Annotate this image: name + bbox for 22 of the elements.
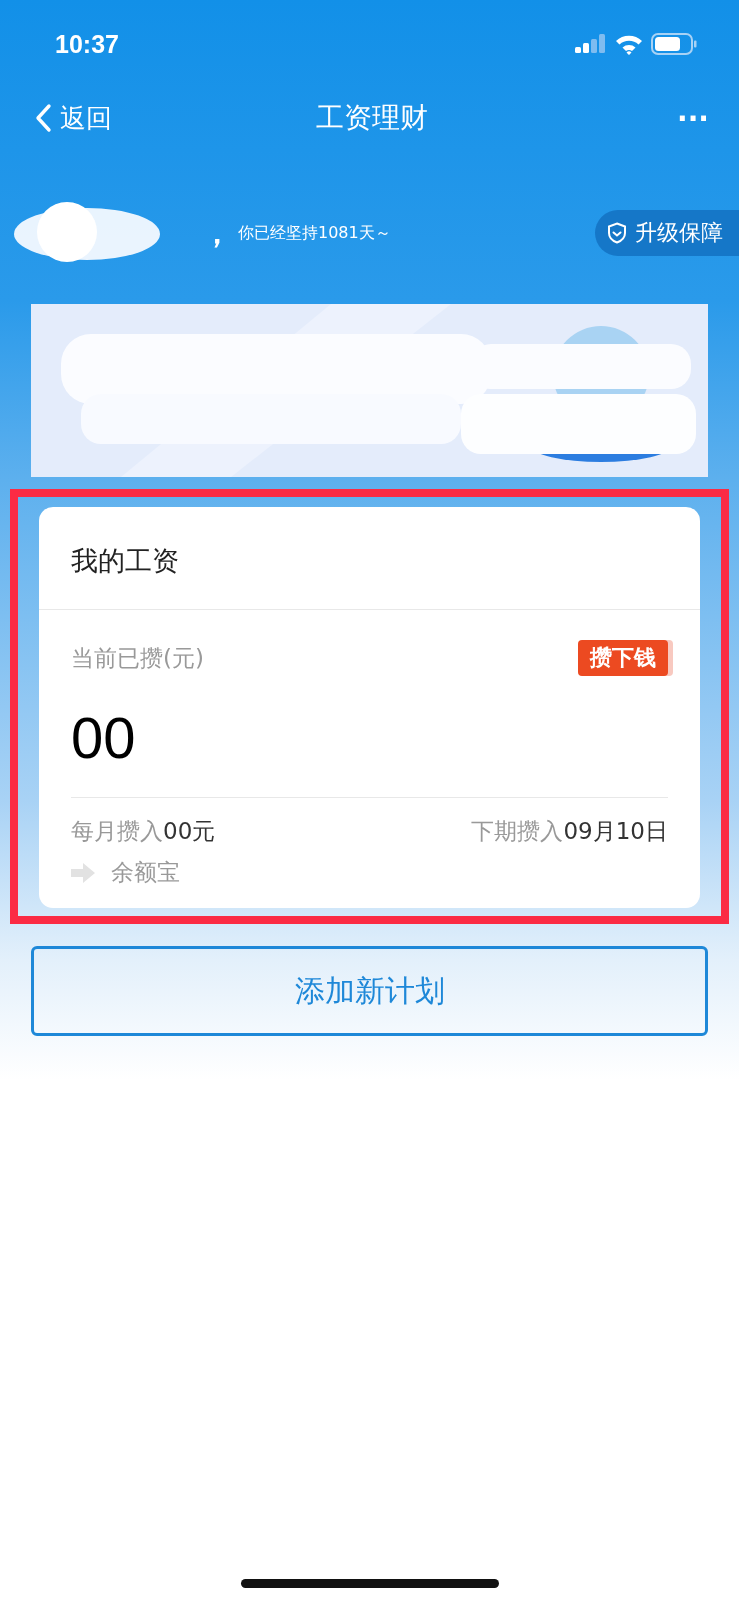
chevron-left-icon: [34, 103, 52, 133]
wifi-icon: [615, 33, 643, 55]
streak-text: 你已经坚持1081天～: [238, 222, 391, 244]
battery-icon: [651, 32, 697, 56]
page-title: 工资理财: [315, 100, 428, 136]
saved-amount: 00: [71, 676, 668, 798]
monthly-value: 00元: [163, 818, 216, 844]
back-button[interactable]: 返回: [34, 100, 174, 136]
signal-icon: [575, 33, 607, 55]
add-plan-button[interactable]: 添加新计划: [31, 946, 708, 1036]
status-time: 10:37: [55, 29, 119, 59]
card-title: 我的工资: [39, 507, 700, 610]
upgrade-button[interactable]: 升级保障: [595, 210, 739, 256]
next-date: 09月10日: [563, 818, 668, 844]
arrow-right-icon: [71, 862, 95, 883]
monthly-label: 每月攒入: [71, 818, 163, 844]
shield-icon: [607, 222, 627, 244]
next-label: 下期攒入: [471, 818, 564, 844]
saved-label: 当前已攒(元): [71, 643, 204, 673]
more-button[interactable]: ···: [569, 101, 709, 135]
destination-text: 余额宝: [111, 858, 180, 887]
greeting-text: ，: [202, 213, 232, 252]
